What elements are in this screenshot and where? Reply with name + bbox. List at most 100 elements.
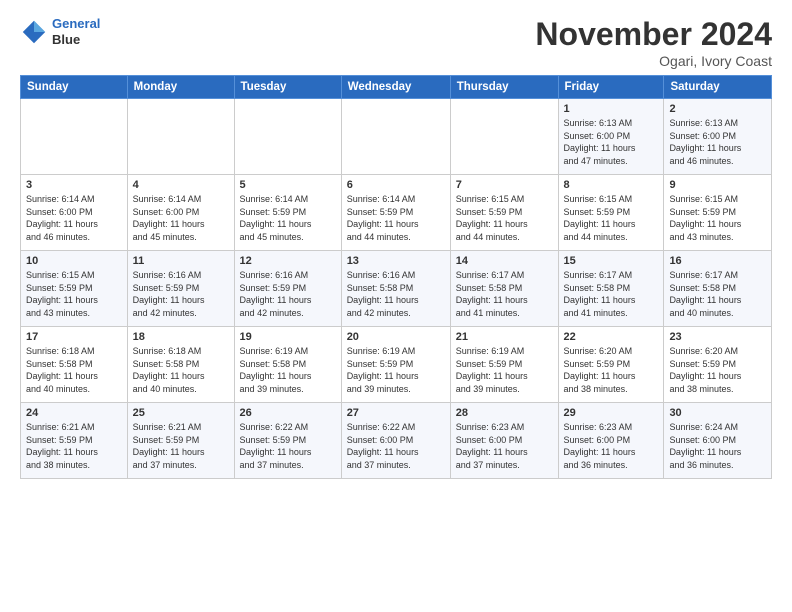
calendar-cell: 13 Sunrise: 6:16 AM Sunset: 5:58 PM Dayli… (341, 251, 450, 327)
day-number: 7 (456, 179, 553, 191)
logo-text: General Blue (52, 16, 100, 47)
calendar-cell: 11 Sunrise: 6:16 AM Sunset: 5:59 PM Dayli… (127, 251, 234, 327)
day-number: 12 (240, 255, 336, 267)
calendar-cell: 22Sunrise: 6:20 AM Sunset: 5:59 PM Dayli… (558, 327, 664, 403)
calendar-cell: 17Sunrise: 6:18 AM Sunset: 5:58 PM Dayli… (21, 327, 128, 403)
day-info: Sunrise: 6:13 AM Sunset: 6:00 PM Dayligh… (564, 117, 659, 167)
day-number: 3 (26, 179, 122, 191)
day-info: Sunrise: 6:15 AM Sunset: 5:59 PM Dayligh… (669, 193, 766, 243)
logo: General Blue (20, 16, 100, 47)
day-number: 21 (456, 331, 553, 343)
day-number: 10 (26, 255, 122, 267)
day-number: 23 (669, 331, 766, 343)
day-number: 17 (26, 331, 122, 343)
day-info: Sunrise: 6:16 AM Sunset: 5:58 PM Dayligh… (347, 269, 445, 319)
day-number: 24 (26, 407, 122, 419)
day-number: 18 (133, 331, 229, 343)
calendar-cell: 2 Sunrise: 6:13 AM Sunset: 6:00 PM Daylig… (664, 99, 772, 175)
day-number: 20 (347, 331, 445, 343)
day-info: Sunrise: 6:17 AM Sunset: 5:58 PM Dayligh… (456, 269, 553, 319)
calendar-cell: 27Sunrise: 6:22 AM Sunset: 6:00 PM Dayli… (341, 403, 450, 479)
day-number: 8 (564, 179, 659, 191)
day-info: Sunrise: 6:23 AM Sunset: 6:00 PM Dayligh… (456, 421, 553, 471)
page: General Blue November 2024 Ogari, Ivory … (0, 0, 792, 489)
day-number: 22 (564, 331, 659, 343)
day-number: 30 (669, 407, 766, 419)
calendar-cell: 23Sunrise: 6:20 AM Sunset: 5:59 PM Dayli… (664, 327, 772, 403)
calendar-table: Sunday Monday Tuesday Wednesday Thursday… (20, 75, 772, 479)
title-area: November 2024 Ogari, Ivory Coast (535, 16, 772, 69)
calendar-cell: 26 Sunrise: 6:22 AM Sunset: 5:59 PM Dayli… (234, 403, 341, 479)
day-number: 15 (564, 255, 659, 267)
header-sunday: Sunday (21, 76, 128, 99)
day-info: Sunrise: 6:15 AM Sunset: 5:59 PM Dayligh… (456, 193, 553, 243)
calendar-cell: 18Sunrise: 6:18 AM Sunset: 5:58 PM Dayli… (127, 327, 234, 403)
calendar-cell: 4 Sunrise: 6:14 AM Sunset: 6:00 PM Daylig… (127, 175, 234, 251)
calendar-cell: 9 Sunrise: 6:15 AM Sunset: 5:59 PM Daylig… (664, 175, 772, 251)
day-number: 2 (669, 103, 766, 115)
calendar-cell: 15 Sunrise: 6:17 AM Sunset: 5:58 PM Dayli… (558, 251, 664, 327)
calendar-cell: 25 Sunrise: 6:21 AM Sunset: 5:59 PM Dayli… (127, 403, 234, 479)
calendar-cell: 5 Sunrise: 6:14 AM Sunset: 5:59 PM Daylig… (234, 175, 341, 251)
calendar-cell (234, 99, 341, 175)
header-friday: Friday (558, 76, 664, 99)
day-info: Sunrise: 6:14 AM Sunset: 6:00 PM Dayligh… (26, 193, 122, 243)
day-info: Sunrise: 6:13 AM Sunset: 6:00 PM Dayligh… (669, 117, 766, 167)
day-info: Sunrise: 6:19 AM Sunset: 5:58 PM Dayligh… (240, 345, 336, 395)
calendar-cell (450, 99, 558, 175)
calendar-week-1: 1 Sunrise: 6:13 AM Sunset: 6:00 PM Daylig… (21, 99, 772, 175)
day-info: Sunrise: 6:21 AM Sunset: 5:59 PM Dayligh… (133, 421, 229, 471)
calendar-cell: 6 Sunrise: 6:14 AM Sunset: 5:59 PM Daylig… (341, 175, 450, 251)
day-info: Sunrise: 6:14 AM Sunset: 5:59 PM Dayligh… (240, 193, 336, 243)
calendar-cell: 12 Sunrise: 6:16 AM Sunset: 5:59 PM Dayli… (234, 251, 341, 327)
calendar-cell: 29 Sunrise: 6:23 AM Sunset: 6:00 PM Dayli… (558, 403, 664, 479)
calendar-week-4: 17Sunrise: 6:18 AM Sunset: 5:58 PM Dayli… (21, 327, 772, 403)
calendar-cell: 24 Sunrise: 6:21 AM Sunset: 5:59 PM Dayli… (21, 403, 128, 479)
calendar-cell: 3 Sunrise: 6:14 AM Sunset: 6:00 PM Daylig… (21, 175, 128, 251)
day-info: Sunrise: 6:16 AM Sunset: 5:59 PM Dayligh… (240, 269, 336, 319)
day-number: 14 (456, 255, 553, 267)
calendar-cell: 7 Sunrise: 6:15 AM Sunset: 5:59 PM Daylig… (450, 175, 558, 251)
day-info: Sunrise: 6:22 AM Sunset: 5:59 PM Dayligh… (240, 421, 336, 471)
calendar-cell: 14 Sunrise: 6:17 AM Sunset: 5:58 PM Dayli… (450, 251, 558, 327)
calendar-cell (21, 99, 128, 175)
day-info: Sunrise: 6:23 AM Sunset: 6:00 PM Dayligh… (564, 421, 659, 471)
calendar-cell: 30 Sunrise: 6:24 AM Sunset: 6:00 PM Dayli… (664, 403, 772, 479)
day-info: Sunrise: 6:14 AM Sunset: 6:00 PM Dayligh… (133, 193, 229, 243)
day-number: 16 (669, 255, 766, 267)
day-info: Sunrise: 6:24 AM Sunset: 6:00 PM Dayligh… (669, 421, 766, 471)
header: General Blue November 2024 Ogari, Ivory … (20, 16, 772, 69)
day-number: 26 (240, 407, 336, 419)
day-number: 5 (240, 179, 336, 191)
day-info: Sunrise: 6:19 AM Sunset: 5:59 PM Dayligh… (456, 345, 553, 395)
day-info: Sunrise: 6:15 AM Sunset: 5:59 PM Dayligh… (26, 269, 122, 319)
header-saturday: Saturday (664, 76, 772, 99)
logo-icon (20, 18, 48, 46)
day-info: Sunrise: 6:22 AM Sunset: 6:00 PM Dayligh… (347, 421, 445, 471)
calendar-cell: 28 Sunrise: 6:23 AM Sunset: 6:00 PM Dayli… (450, 403, 558, 479)
calendar-cell (341, 99, 450, 175)
calendar-cell: 8Sunrise: 6:15 AM Sunset: 5:59 PM Daylig… (558, 175, 664, 251)
day-number: 25 (133, 407, 229, 419)
day-number: 13 (347, 255, 445, 267)
day-number: 28 (456, 407, 553, 419)
day-info: Sunrise: 6:17 AM Sunset: 5:58 PM Dayligh… (564, 269, 659, 319)
day-info: Sunrise: 6:19 AM Sunset: 5:59 PM Dayligh… (347, 345, 445, 395)
calendar-week-3: 10 Sunrise: 6:15 AM Sunset: 5:59 PM Dayli… (21, 251, 772, 327)
day-number: 29 (564, 407, 659, 419)
calendar-week-5: 24 Sunrise: 6:21 AM Sunset: 5:59 PM Dayli… (21, 403, 772, 479)
header-monday: Monday (127, 76, 234, 99)
header-tuesday: Tuesday (234, 76, 341, 99)
day-number: 1 (564, 103, 659, 115)
calendar-cell: 20 Sunrise: 6:19 AM Sunset: 5:59 PM Dayli… (341, 327, 450, 403)
day-info: Sunrise: 6:14 AM Sunset: 5:59 PM Dayligh… (347, 193, 445, 243)
day-number: 11 (133, 255, 229, 267)
day-info: Sunrise: 6:21 AM Sunset: 5:59 PM Dayligh… (26, 421, 122, 471)
day-number: 19 (240, 331, 336, 343)
calendar-header-row: Sunday Monday Tuesday Wednesday Thursday… (21, 76, 772, 99)
day-info: Sunrise: 6:16 AM Sunset: 5:59 PM Dayligh… (133, 269, 229, 319)
day-info: Sunrise: 6:17 AM Sunset: 5:58 PM Dayligh… (669, 269, 766, 319)
day-number: 6 (347, 179, 445, 191)
day-number: 4 (133, 179, 229, 191)
day-number: 9 (669, 179, 766, 191)
